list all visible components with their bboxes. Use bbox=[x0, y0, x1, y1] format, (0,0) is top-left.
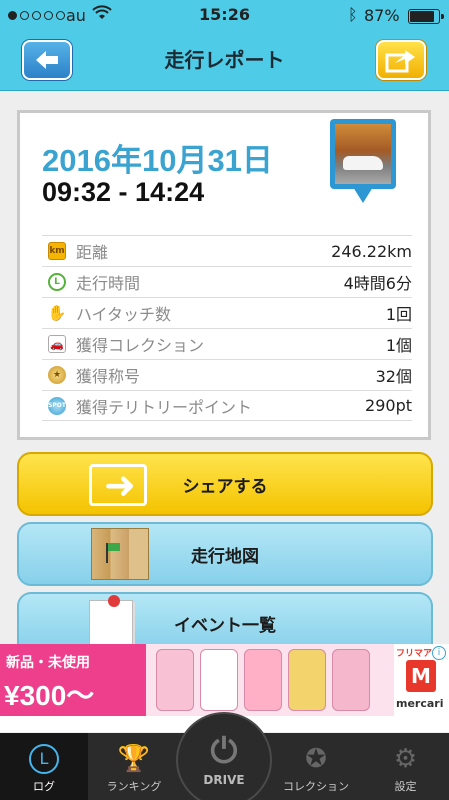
phone-case-image bbox=[244, 649, 282, 711]
log-clock-icon: L bbox=[29, 744, 59, 774]
stat-value: 1回 bbox=[385, 305, 412, 324]
stat-label: 走行時間 bbox=[76, 274, 141, 293]
stat-label: 獲得称号 bbox=[76, 367, 141, 386]
star-icon: ✪ bbox=[305, 744, 327, 774]
drive-button[interactable]: ⏻ DRIVE bbox=[176, 712, 272, 800]
event-list-label: イベント一覧 bbox=[174, 615, 276, 636]
tab-log-label: ログ bbox=[33, 780, 55, 793]
mercari-bag-icon: M bbox=[406, 660, 436, 692]
drive-map-label: 走行地図 bbox=[191, 546, 259, 567]
stat-value: 4時間6分 bbox=[343, 274, 412, 293]
report-date: 2016年10月31日 bbox=[42, 143, 273, 178]
tab-settings-label: 設定 bbox=[394, 780, 417, 793]
battery-icon bbox=[408, 9, 444, 24]
stat-row-territory-points: SPOT 獲得テリトリーポイント 290pt bbox=[42, 390, 412, 421]
report-time-range: 09:32 - 14:24 bbox=[42, 177, 205, 207]
clock-icon: L bbox=[48, 273, 66, 291]
stat-row-high-touch: ✋ ハイタッチ数 1回 bbox=[42, 297, 412, 328]
share-icon bbox=[89, 463, 147, 507]
share-arrow-icon bbox=[385, 50, 415, 73]
phone-case-image bbox=[332, 649, 370, 711]
stat-value: 1個 bbox=[385, 336, 412, 355]
tab-ranking[interactable]: 🏆 ランキング bbox=[88, 733, 180, 800]
car-photo bbox=[335, 124, 391, 184]
report-card: 2016年10月31日 09:32 - 14:24 km 距離 246.22km… bbox=[17, 110, 431, 440]
map-icon bbox=[91, 528, 149, 580]
stat-label: 獲得テリトリーポイント bbox=[76, 397, 253, 417]
stat-row-drive-time: L 走行時間 4時間6分 bbox=[42, 266, 412, 297]
stat-value: 246.22km bbox=[331, 241, 412, 261]
stat-label: 獲得コレクション bbox=[76, 336, 205, 355]
ad-info-icon[interactable]: i bbox=[432, 646, 446, 660]
top-bar: au 15:26 ᛒ 87% 走行レポート bbox=[0, 0, 449, 91]
stat-row-collections: 🚗 獲得コレクション 1個 bbox=[42, 328, 412, 359]
stat-row-distance: km 距離 246.22km bbox=[42, 235, 412, 266]
pin-tip-icon bbox=[353, 187, 373, 203]
phone-case-image bbox=[288, 649, 326, 711]
gear-icon: ⚙ bbox=[393, 744, 418, 774]
stat-label: 距離 bbox=[76, 243, 109, 262]
power-icon: ⏻ bbox=[210, 731, 238, 771]
bluetooth-icon: ᛒ bbox=[348, 5, 358, 24]
stat-value: 290pt bbox=[365, 396, 412, 415]
battery-percent: 87% bbox=[364, 6, 400, 25]
photo-pin[interactable] bbox=[330, 119, 396, 215]
stat-row-titles: ★ 獲得称号 32個 bbox=[42, 359, 412, 390]
tab-collection-label: コレクション bbox=[283, 780, 349, 793]
km-badge-icon: km bbox=[48, 242, 66, 260]
spot-icon: SPOT bbox=[48, 396, 66, 415]
stats-list: km 距離 246.22km L 走行時間 4時間6分 ✋ ハイタッチ数 1回 … bbox=[42, 235, 412, 421]
drive-map-button[interactable]: 走行地図 bbox=[17, 522, 433, 586]
tab-log[interactable]: L ログ bbox=[0, 733, 88, 800]
drive-label: DRIVE bbox=[203, 773, 245, 787]
share-button-label: シェアする bbox=[182, 476, 268, 497]
event-list-button[interactable]: イベント一覧 bbox=[17, 592, 433, 652]
ad-product-strip bbox=[146, 644, 394, 716]
ad-brand-name: mercari bbox=[396, 697, 444, 710]
ad-price: ¥300〜 bbox=[4, 680, 95, 711]
status-bar: au 15:26 ᛒ 87% bbox=[0, 0, 449, 32]
share-button[interactable]: シェアする bbox=[17, 452, 433, 516]
tab-settings[interactable]: ⚙ 設定 bbox=[362, 733, 449, 800]
medal-icon: ★ bbox=[48, 366, 66, 384]
phone-case-image bbox=[156, 649, 194, 711]
collection-card-icon: 🚗 bbox=[48, 335, 66, 353]
stat-value: 32個 bbox=[375, 367, 412, 386]
photo-frame bbox=[330, 119, 396, 189]
ad-tag: 新品・未使用 bbox=[6, 655, 90, 671]
tab-collection[interactable]: ✪ コレクション bbox=[270, 733, 362, 800]
trophy-icon: 🏆 bbox=[117, 744, 151, 774]
stat-label: ハイタッチ数 bbox=[76, 305, 172, 324]
ad-promo: 新品・未使用 ¥300〜 bbox=[0, 644, 146, 716]
phone-case-image bbox=[200, 649, 238, 711]
ad-brand-top: フリマア bbox=[396, 649, 433, 659]
hand-icon: ✋ bbox=[47, 304, 67, 322]
tab-ranking-label: ランキング bbox=[106, 780, 162, 793]
share-header-button[interactable] bbox=[376, 40, 426, 80]
